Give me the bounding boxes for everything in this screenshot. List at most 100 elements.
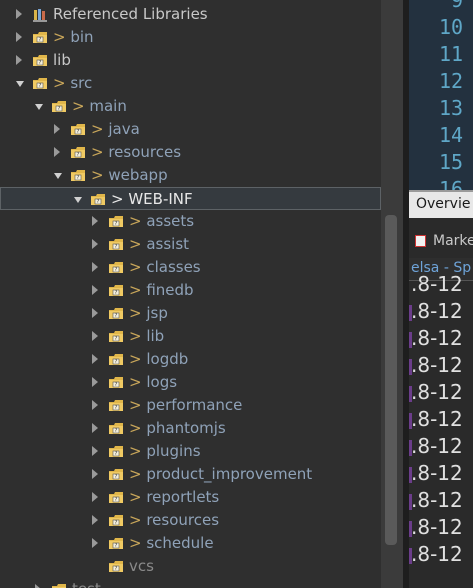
svg-text:?: ? xyxy=(77,129,80,135)
expand-arrow-icon[interactable] xyxy=(16,32,22,42)
git-change-prefix: > xyxy=(129,235,147,253)
tree-item-src[interactable]: ? > src xyxy=(0,72,381,95)
git-change-prefix: > xyxy=(53,74,71,92)
tree-item-name: java xyxy=(108,120,140,138)
tree-item-jsp[interactable]: ? > jsp xyxy=(0,302,381,325)
expand-arrow-icon[interactable] xyxy=(54,147,60,157)
tree-item-label: > assets xyxy=(129,212,194,231)
tree-item-lib[interactable]: ? lib xyxy=(0,49,381,72)
expand-arrow-icon[interactable] xyxy=(92,239,98,249)
tree-item-name: src xyxy=(70,74,93,92)
tree-item-name: WEB-INF xyxy=(128,190,193,208)
tree-item-lib[interactable]: ? > lib xyxy=(0,325,381,348)
git-change-prefix: > xyxy=(129,488,147,506)
tree-item-assets[interactable]: ? > assets xyxy=(0,210,381,233)
git-change-prefix: > xyxy=(129,281,147,299)
tree-item-resources[interactable]: ? > resources xyxy=(0,509,381,532)
tree-item-performance[interactable]: ? > performance xyxy=(0,394,381,417)
tree-item-web-inf[interactable]: ? > WEB-INF xyxy=(0,187,381,210)
svg-text:?: ? xyxy=(115,267,118,273)
tree-item-java[interactable]: ? > java xyxy=(0,118,381,141)
right-pane: 9 10 11 12 13 14 15 16 Overvie Marke elsa - Sp … xyxy=(409,0,473,588)
expand-arrow-icon[interactable] xyxy=(92,262,98,272)
expand-arrow-icon[interactable] xyxy=(92,400,98,410)
tree-item-logs[interactable]: ? > logs xyxy=(0,371,381,394)
tree-item-name: assets xyxy=(146,212,195,230)
expand-arrow-icon[interactable] xyxy=(92,469,98,479)
svg-text:?: ? xyxy=(115,290,118,296)
expand-arrow-icon[interactable] xyxy=(92,354,98,364)
svg-text:?: ? xyxy=(115,520,118,526)
tree-item-vcs[interactable]: ? vcs xyxy=(0,555,381,578)
tree-item-label: > phantomjs xyxy=(129,419,226,438)
folder-icon: ? xyxy=(91,192,106,206)
tab-markers[interactable]: Marke xyxy=(409,228,473,256)
tree-item-phantomjs[interactable]: ? > phantomjs xyxy=(0,417,381,440)
expand-arrow-icon[interactable] xyxy=(35,584,41,588)
collapse-arrow-icon[interactable] xyxy=(54,173,62,179)
expand-arrow-icon[interactable] xyxy=(92,285,98,295)
log-level-marker xyxy=(409,494,412,510)
tree-item-logdb[interactable]: ? > logdb xyxy=(0,348,381,371)
expand-arrow-icon[interactable] xyxy=(54,124,60,134)
expand-arrow-icon[interactable] xyxy=(92,216,98,226)
expand-arrow-icon[interactable] xyxy=(92,492,98,502)
collapse-arrow-icon[interactable] xyxy=(16,81,24,87)
git-change-prefix: > xyxy=(129,511,147,529)
vertical-scrollbar[interactable] xyxy=(381,0,403,588)
tree-item-webapp[interactable]: ? > webapp xyxy=(0,164,381,187)
git-change-prefix: > xyxy=(91,143,109,161)
svg-text:?: ? xyxy=(77,152,80,158)
tree-item-assist[interactable]: ? > assist xyxy=(0,233,381,256)
expand-arrow-icon[interactable] xyxy=(92,423,98,433)
git-change-prefix: > xyxy=(129,419,147,437)
line-number: 9 xyxy=(451,0,464,12)
folder-icon: ? xyxy=(109,214,124,228)
tree-item-name: resources xyxy=(108,143,182,161)
tree-item-name: logdb xyxy=(146,350,189,368)
folder-icon: ? xyxy=(33,30,48,44)
expand-arrow-icon[interactable] xyxy=(92,538,98,548)
tree-item-schedule[interactable]: ? > schedule xyxy=(0,532,381,555)
collapse-arrow-icon[interactable] xyxy=(35,104,43,110)
scrollbar-thumb[interactable] xyxy=(385,215,397,545)
git-change-prefix: > xyxy=(111,190,129,208)
tree-item-name: Referenced Libraries xyxy=(53,5,208,23)
tree-item-classes[interactable]: ? > classes xyxy=(0,256,381,279)
tree-item-finedb[interactable]: ? > finedb xyxy=(0,279,381,302)
expand-arrow-icon[interactable] xyxy=(92,308,98,318)
tree-item-name: resources xyxy=(146,511,220,529)
console-log-line: .8-12 xyxy=(411,299,463,323)
console-log-line: .8-12 xyxy=(411,488,463,512)
svg-text:?: ? xyxy=(77,175,80,181)
expand-arrow-icon[interactable] xyxy=(16,55,22,65)
expand-arrow-icon[interactable] xyxy=(92,446,98,456)
tree-item-resources[interactable]: ? > resources xyxy=(0,141,381,164)
svg-text:?: ? xyxy=(115,313,118,319)
tree-item-main[interactable]: ? > main xyxy=(0,95,381,118)
tree-item-product-improvement[interactable]: ? > product_improvement xyxy=(0,463,381,486)
tree-item-label: > plugins xyxy=(129,442,201,461)
tree-item-bin[interactable]: ? > bin xyxy=(0,26,381,49)
tree-item-label: > performance xyxy=(129,396,242,415)
tree-item-plugins[interactable]: ? > plugins xyxy=(0,440,381,463)
expand-arrow-icon[interactable] xyxy=(92,377,98,387)
tree-item-name: plugins xyxy=(146,442,201,460)
tree-item-name: reportlets xyxy=(146,488,220,506)
tree-item-referenced-libraries[interactable]: Referenced Libraries xyxy=(0,3,381,26)
svg-text:?: ? xyxy=(115,474,118,480)
tree-item-reportlets[interactable]: ? > reportlets xyxy=(0,486,381,509)
git-change-prefix: > xyxy=(129,350,147,368)
svg-text:?: ? xyxy=(58,106,61,112)
log-level-marker xyxy=(409,386,412,402)
expand-arrow-icon[interactable] xyxy=(92,331,98,341)
expand-arrow-icon[interactable] xyxy=(92,515,98,525)
folder-icon: ? xyxy=(109,559,124,573)
folder-icon: ? xyxy=(52,99,67,113)
git-change-prefix: > xyxy=(53,28,71,46)
tree-item-name: assist xyxy=(146,235,190,253)
collapse-arrow-icon[interactable] xyxy=(74,197,82,203)
tab-overview[interactable]: Overvie xyxy=(409,190,473,218)
tree-item-test[interactable]: ? test xyxy=(0,578,381,588)
expand-arrow-icon[interactable] xyxy=(16,9,22,19)
